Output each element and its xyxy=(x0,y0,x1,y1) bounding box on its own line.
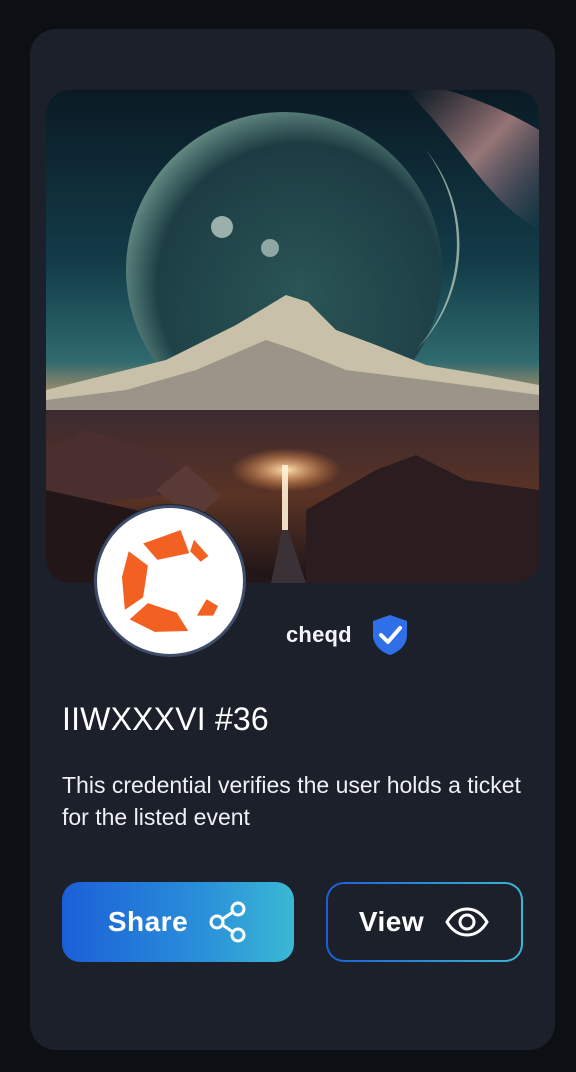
eye-icon xyxy=(445,907,489,937)
verified-shield-icon xyxy=(372,615,407,655)
share-button[interactable]: Share xyxy=(62,882,294,962)
credential-description: This credential verifies the user holds … xyxy=(62,772,521,830)
share-button-label: Share xyxy=(107,906,189,937)
view-button[interactable]: View xyxy=(326,882,523,962)
view-button-label: View xyxy=(358,906,425,937)
issuer-name: cheqd xyxy=(286,622,352,647)
share-icon xyxy=(209,901,246,943)
credential-title: IIWXXXVI #36 xyxy=(62,701,269,737)
issuer-row: cheqd xyxy=(286,615,410,655)
credential-card: cheqd IIWXXXVI #36 This credential verif… xyxy=(30,29,555,1050)
cheqd-logo xyxy=(121,530,219,632)
issuer-avatar xyxy=(94,505,246,657)
